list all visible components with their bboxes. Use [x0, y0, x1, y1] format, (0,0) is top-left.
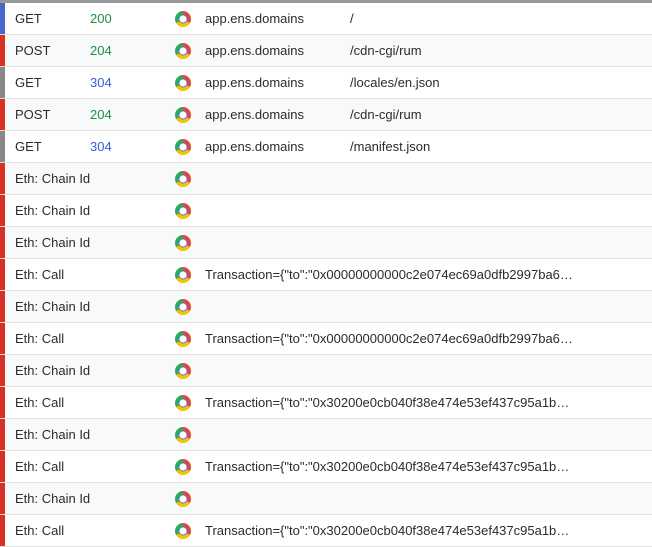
table-row[interactable]: Eth: Call Transaction={"to":"0x0000000000… [0, 259, 652, 291]
initiator-icon-cell [160, 11, 205, 27]
method-cell: Eth: Chain Id [5, 299, 160, 314]
initiator-icon-cell [160, 235, 205, 251]
chrome-icon [175, 395, 191, 411]
initiator-icon-cell [160, 299, 205, 315]
status-cell: 204 [90, 43, 160, 58]
initiator-icon-cell [160, 171, 205, 187]
path-cell: Transaction={"to":"0x30200e0cb040f38e474… [205, 459, 652, 474]
method-cell: Eth: Chain Id [5, 171, 160, 186]
method-cell: Eth: Call [5, 459, 160, 474]
initiator-icon-cell [160, 203, 205, 219]
table-row[interactable]: Eth: Chain Id [0, 195, 652, 227]
chrome-icon [175, 139, 191, 155]
domain-cell: app.ens.domains [205, 75, 350, 90]
chrome-icon [175, 11, 191, 27]
method-cell: Eth: Call [5, 395, 160, 410]
method-cell: Eth: Call [5, 267, 160, 282]
chrome-icon [175, 171, 191, 187]
chrome-icon [175, 331, 191, 347]
initiator-icon-cell [160, 75, 205, 91]
path-cell: / [350, 11, 652, 26]
table-row[interactable]: Eth: Chain Id [0, 355, 652, 387]
chrome-icon [175, 491, 191, 507]
initiator-icon-cell [160, 267, 205, 283]
initiator-icon-cell [160, 363, 205, 379]
chrome-icon [175, 203, 191, 219]
method-cell: Eth: Call [5, 523, 160, 538]
path-cell: /locales/en.json [350, 75, 652, 90]
table-row[interactable]: GET304 app.ens.domains/locales/en.json [0, 67, 652, 99]
domain-cell: app.ens.domains [205, 43, 350, 58]
initiator-icon-cell [160, 139, 205, 155]
chrome-icon [175, 363, 191, 379]
table-row[interactable]: Eth: Call Transaction={"to":"0x30200e0cb0… [0, 451, 652, 483]
method-cell: Eth: Chain Id [5, 491, 160, 506]
chrome-icon [175, 107, 191, 123]
status-cell: 204 [90, 107, 160, 122]
chrome-icon [175, 523, 191, 539]
status-cell: 304 [90, 75, 160, 90]
path-cell: /cdn-cgi/rum [350, 43, 652, 58]
domain-cell: app.ens.domains [205, 107, 350, 122]
initiator-icon-cell [160, 331, 205, 347]
domain-cell: app.ens.domains [205, 139, 350, 154]
initiator-icon-cell [160, 43, 205, 59]
status-cell: 304 [90, 139, 160, 154]
chrome-icon [175, 43, 191, 59]
domain-cell: app.ens.domains [205, 11, 350, 26]
method-cell: Eth: Chain Id [5, 363, 160, 378]
table-row[interactable]: Eth: Chain Id [0, 291, 652, 323]
path-cell: Transaction={"to":"0x00000000000c2e074ec… [205, 331, 652, 346]
method-cell: GET [5, 75, 90, 90]
method-cell: GET [5, 139, 90, 154]
path-cell: Transaction={"to":"0x00000000000c2e074ec… [205, 267, 652, 282]
path-cell: Transaction={"to":"0x30200e0cb040f38e474… [205, 395, 652, 410]
chrome-icon [175, 75, 191, 91]
chrome-icon [175, 299, 191, 315]
method-cell: Eth: Chain Id [5, 427, 160, 442]
table-row[interactable]: POST204 app.ens.domains/cdn-cgi/rum [0, 99, 652, 131]
table-row[interactable]: Eth: Call Transaction={"to":"0x30200e0cb0… [0, 387, 652, 419]
method-cell: Eth: Call [5, 331, 160, 346]
status-cell: 200 [90, 11, 160, 26]
table-row[interactable]: GET200 app.ens.domains/ [0, 3, 652, 35]
path-cell: /cdn-cgi/rum [350, 107, 652, 122]
method-cell: GET [5, 11, 90, 26]
method-cell: POST [5, 43, 90, 58]
method-cell: POST [5, 107, 90, 122]
table-row[interactable]: Eth: Chain Id [0, 227, 652, 259]
chrome-icon [175, 459, 191, 475]
path-cell: Transaction={"to":"0x30200e0cb040f38e474… [205, 523, 652, 538]
table-row[interactable]: GET304 app.ens.domains/manifest.json [0, 131, 652, 163]
table-row[interactable]: POST204 app.ens.domains/cdn-cgi/rum [0, 35, 652, 67]
chrome-icon [175, 235, 191, 251]
path-cell: /manifest.json [350, 139, 652, 154]
table-row[interactable]: Eth: Call Transaction={"to":"0x30200e0cb0… [0, 515, 652, 547]
method-cell: Eth: Chain Id [5, 235, 160, 250]
initiator-icon-cell [160, 427, 205, 443]
initiator-icon-cell [160, 491, 205, 507]
table-row[interactable]: Eth: Chain Id [0, 419, 652, 451]
chrome-icon [175, 427, 191, 443]
initiator-icon-cell [160, 107, 205, 123]
initiator-icon-cell [160, 459, 205, 475]
method-cell: Eth: Chain Id [5, 203, 160, 218]
initiator-icon-cell [160, 523, 205, 539]
initiator-icon-cell [160, 395, 205, 411]
network-table: GET200app.ens.domains/POST204app.ens.dom… [0, 3, 652, 547]
table-row[interactable]: Eth: Call Transaction={"to":"0x0000000000… [0, 323, 652, 355]
table-row[interactable]: Eth: Chain Id [0, 483, 652, 515]
table-row[interactable]: Eth: Chain Id [0, 163, 652, 195]
chrome-icon [175, 267, 191, 283]
